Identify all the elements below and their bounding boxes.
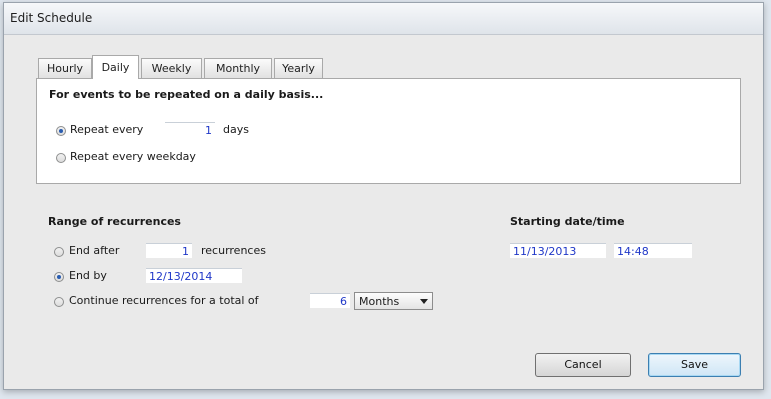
daily-panel: For events to be repeated on a daily bas… xyxy=(36,78,741,184)
end-by-radio[interactable] xyxy=(54,272,64,282)
tab-hourly[interactable]: Hourly xyxy=(38,58,92,78)
repeat-every-radio[interactable] xyxy=(56,126,66,136)
end-after-label: End after xyxy=(69,244,120,257)
period-select-value: Months xyxy=(359,295,400,308)
end-by-date-input[interactable]: 12/13/2014 xyxy=(146,268,242,283)
range-heading: Range of recurrences xyxy=(48,215,181,228)
end-after-radio[interactable] xyxy=(54,247,64,257)
recurrences-label: recurrences xyxy=(201,244,266,257)
window-title: Edit Schedule xyxy=(10,11,93,25)
continue-radio[interactable] xyxy=(54,297,64,307)
start-date-input[interactable]: 11/13/2013 xyxy=(510,243,606,258)
days-label: days xyxy=(223,123,249,136)
end-after-input[interactable]: 1 xyxy=(146,243,192,258)
repeat-every-input[interactable]: 1 xyxy=(165,122,215,137)
continue-count-input[interactable]: 6 xyxy=(310,293,350,308)
period-select[interactable]: Months xyxy=(354,292,433,310)
tab-yearly[interactable]: Yearly xyxy=(274,58,323,78)
tab-daily[interactable]: Daily xyxy=(92,55,139,79)
tab-monthly[interactable]: Monthly xyxy=(204,58,272,78)
repeat-weekday-radio[interactable] xyxy=(56,153,66,163)
tab-weekly[interactable]: Weekly xyxy=(141,58,202,78)
start-heading: Starting date/time xyxy=(510,215,625,228)
cancel-button[interactable]: Cancel xyxy=(535,353,631,377)
chevron-down-icon xyxy=(420,299,428,304)
continue-label: Continue recurrences for a total of xyxy=(69,294,259,307)
repeat-weekday-label: Repeat every weekday xyxy=(70,150,196,163)
end-by-label: End by xyxy=(69,269,107,282)
save-button[interactable]: Save xyxy=(648,353,741,377)
repeat-every-label: Repeat every xyxy=(70,123,144,136)
title-bar: Edit Schedule xyxy=(4,3,763,35)
daily-heading: For events to be repeated on a daily bas… xyxy=(49,88,324,101)
start-time-input[interactable]: 14:48 xyxy=(614,243,692,258)
